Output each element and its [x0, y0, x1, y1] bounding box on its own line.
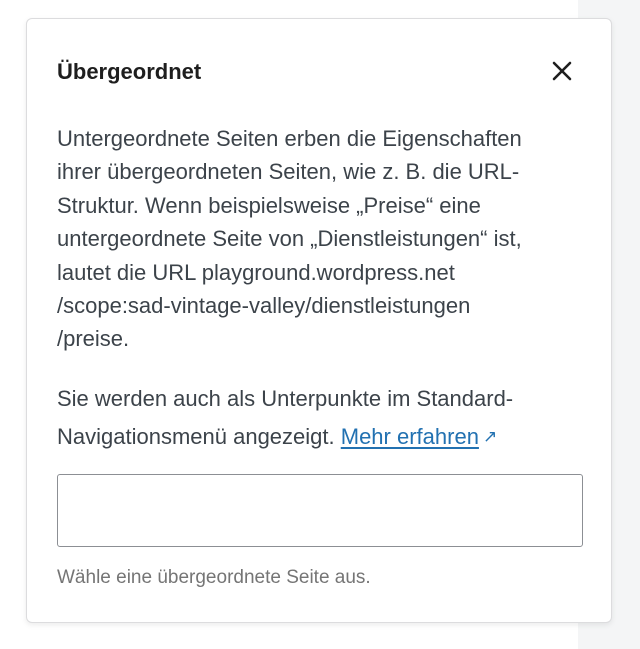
close-button[interactable]	[548, 57, 576, 85]
description-line: /preise.	[57, 326, 130, 352]
learn-more-link[interactable]: Mehr erfahren	[341, 424, 479, 449]
description-line: /scope:sad-vintage-valley/dienstleistung…	[57, 293, 471, 319]
parent-page-help-text: Wähle eine übergeordnete Seite aus.	[57, 567, 371, 588]
navigation-note-line: Sie werden auch als Unterpunkte im Stand…	[57, 386, 514, 411]
navigation-note: Sie werden auch als Unterpunkte im Stand…	[57, 380, 577, 456]
description-line: untergeordnete Seite von „Dienstleistung…	[57, 226, 522, 252]
description-line: ihrer übergeordneten Seiten, wie z. B. d…	[57, 159, 520, 185]
description-line: Struktur. Wenn beispielsweise „Preise“ e…	[57, 192, 481, 218]
description-line: Untergeordnete Seiten erben die Eigensch…	[57, 126, 522, 151]
description-line: lautet die URL playground.wordpress.net	[57, 259, 455, 285]
navigation-note-text: Navigationsmenü angezeigt.	[57, 424, 335, 449]
parent-page-popover: Übergeordnet Untergeordnete Seiten erben…	[26, 18, 612, 623]
navigation-note-line: Navigationsmenü angezeigt. Mehr erfahren…	[57, 418, 577, 456]
close-icon	[552, 61, 572, 81]
popover-title: Übergeordnet	[57, 59, 202, 84]
learn-more-label: Mehr erfahren	[340, 424, 479, 449]
hierarchy-description: Untergeordnete Seiten erben die Eigensch…	[57, 122, 577, 356]
external-link-icon: ↗	[482, 427, 498, 446]
parent-page-combobox-input[interactable]	[57, 474, 583, 547]
